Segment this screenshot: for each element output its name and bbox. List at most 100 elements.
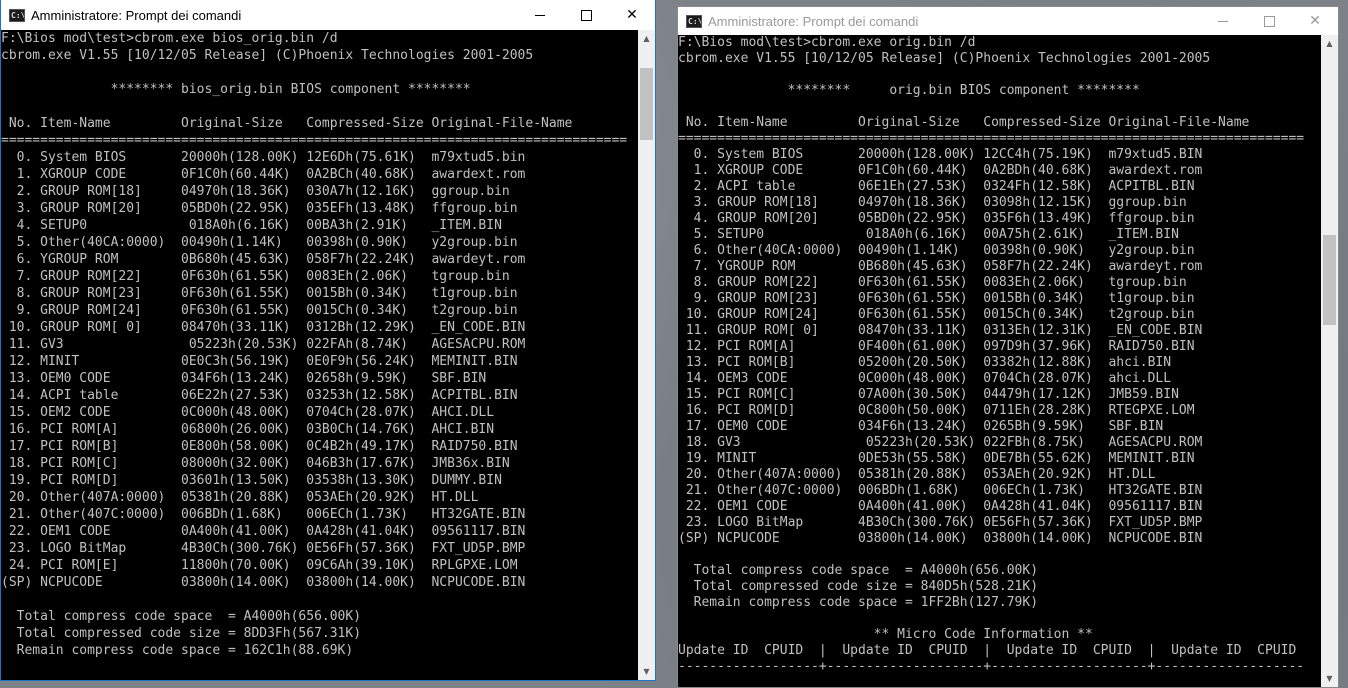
window-title: Amministratore: Prompt dei comandi xyxy=(708,13,919,29)
left-console-window[interactable]: C:\ Amministratore: Prompt dei comandi ✕… xyxy=(0,0,656,681)
console-line: 20. Other(407A:0000) 05381h(20.88K) 053A… xyxy=(1,490,479,505)
close-button[interactable]: ✕ xyxy=(609,0,655,30)
console-line: 11. GROUP ROM[ 0] 08470h(33.11K) 0313Eh(… xyxy=(678,323,1203,338)
console-line: cbrom.exe V1.55 [10/12/05 Release] (C)Ph… xyxy=(1,48,534,63)
console-output[interactable]: F:\Bios mod\test>cbrom.exe orig.bin /d cb… xyxy=(678,35,1321,687)
console-line: (SP) NCPUCODE 03800h(14.00K) 03800h(14.0… xyxy=(1,575,526,590)
console-line: 8. GROUP ROM[22] 0F630h(61.55K) 0083Eh(2… xyxy=(678,275,1187,290)
console-line: No. Item-Name Original-Size Compressed-S… xyxy=(678,115,1250,130)
console-line: ******** orig.bin BIOS component *******… xyxy=(678,83,1140,98)
console-line: 9. GROUP ROM[23] 0F630h(61.55K) 0015Bh(0… xyxy=(678,291,1195,306)
console-line: 8. GROUP ROM[23] 0F630h(61.55K) 0015Bh(0… xyxy=(1,286,518,301)
maximize-icon xyxy=(580,9,592,21)
maximize-button[interactable] xyxy=(563,0,609,30)
console-line: 21. Other(407C:0000) 006BDh(1.68K) 006EC… xyxy=(1,507,526,522)
console-line: 15. OEM2 CODE 0C000h(48.00K) 0704Ch(28.0… xyxy=(1,405,495,420)
console-line: 1. XGROUP CODE 0F1C0h(60.44K) 0A2BCh(40.… xyxy=(1,167,526,182)
console-line: 0. System BIOS 20000h(128.00K) 12E6Dh(75… xyxy=(1,150,526,165)
console-line: 21. Other(407C:0000) 006BDh(1.68K) 006EC… xyxy=(678,483,1203,498)
console-line: 12. MINIT 0E0C3h(56.19K) 0E0F9h(56.24K) … xyxy=(1,354,518,369)
console-line: 5. SETUP0 018A0h(6.16K) 00A75h(2.61K) _I… xyxy=(678,227,1179,242)
console-line: Update ID CPUID | Update ID CPUID | Upda… xyxy=(678,643,1297,658)
console-line: 14. ACPI table 06E22h(27.53K) 03253h(12.… xyxy=(1,388,518,403)
console-line: Remain compress code space = 1FF2Bh(127.… xyxy=(678,595,1039,610)
console-line: 7. YGROUP ROM 0B680h(45.63K) 058F7h(22.2… xyxy=(678,259,1203,274)
cmd-app-icon: C:\ xyxy=(9,8,25,22)
maximize-button[interactable] xyxy=(1246,7,1292,35)
console-line: 13. PCI ROM[B] 05200h(20.50K) 03382h(12.… xyxy=(678,355,1172,370)
console-line: 18. PCI ROM[C] 08000h(32.00K) 046B3h(17.… xyxy=(1,456,510,471)
console-line: 6. YGROUP ROM 0B680h(45.63K) 058F7h(22.2… xyxy=(1,252,526,267)
console-output[interactable]: F:\Bios mod\test>cbrom.exe bios_orig.bin… xyxy=(1,30,638,680)
scroll-up-arrow-icon[interactable]: ▲ xyxy=(1321,35,1338,52)
console-line: ========================================… xyxy=(678,131,1305,146)
console-line: Total compressed code size = 8DD3Fh(567.… xyxy=(1,626,362,641)
console-line: 9. GROUP ROM[24] 0F630h(61.55K) 0015Ch(0… xyxy=(1,303,518,318)
console-line: 4. SETUP0 018A0h(6.16K) 00BA3h(2.91K) _I… xyxy=(1,218,502,233)
maximize-icon xyxy=(1263,15,1275,27)
vertical-scrollbar[interactable]: ▲ ▼ xyxy=(638,30,655,680)
vertical-scrollbar[interactable]: ▲ ▼ xyxy=(1321,35,1338,687)
title-bar[interactable]: C:\ Amministratore: Prompt dei comandi ✕ xyxy=(678,7,1338,35)
console-line: 6. Other(40CA:0000) 00490h(1.14K) 00398h… xyxy=(678,243,1195,258)
console-line: 2. ACPI table 06E1Eh(27.53K) 0324Fh(12.5… xyxy=(678,179,1195,194)
console-line: 10. GROUP ROM[ 0] 08470h(33.11K) 0312Bh(… xyxy=(1,320,526,335)
title-bar[interactable]: C:\ Amministratore: Prompt dei comandi ✕ xyxy=(1,0,655,30)
right-console-window[interactable]: C:\ Amministratore: Prompt dei comandi ✕… xyxy=(677,6,1339,688)
console-line: Total compress code space = A4000h(656.0… xyxy=(678,563,1039,578)
console-line: 11. GV3 05223h(20.53K) 022FAh(8.74K) AGE… xyxy=(1,337,526,352)
console-line: 10. GROUP ROM[24] 0F630h(61.55K) 0015Ch(… xyxy=(678,307,1195,322)
console-line: 3. GROUP ROM[18] 04970h(18.36K) 03098h(1… xyxy=(678,195,1187,210)
cmd-app-icon: C:\ xyxy=(686,14,702,28)
console-line: ========================================… xyxy=(1,133,628,148)
console-line: 17. OEM0 CODE 034F6h(13.24K) 0265Bh(9.59… xyxy=(678,419,1164,434)
minimize-icon xyxy=(535,14,545,16)
console-line: 20. Other(407A:0000) 05381h(20.88K) 053A… xyxy=(678,467,1156,482)
console-line: 16. PCI ROM[D] 0C800h(50.00K) 0711Eh(28.… xyxy=(678,403,1195,418)
console-line: 2. GROUP ROM[18] 04970h(18.36K) 030A7h(1… xyxy=(1,184,510,199)
minimize-icon xyxy=(1218,20,1228,22)
scroll-up-arrow-icon[interactable]: ▲ xyxy=(638,30,655,47)
console-line: 12. PCI ROM[A] 0F400h(61.00K) 097D9h(37.… xyxy=(678,339,1195,354)
console-line: 7. GROUP ROM[22] 0F630h(61.55K) 0083Eh(2… xyxy=(1,269,510,284)
console-line: ** Micro Code Information ** xyxy=(678,627,1093,642)
console-line: ******** bios_orig.bin BIOS component **… xyxy=(1,82,471,97)
console-line: 3. GROUP ROM[20] 05BD0h(22.95K) 035EFh(1… xyxy=(1,201,518,216)
console-line: 5. Other(40CA:0000) 00490h(1.14K) 00398h… xyxy=(1,235,518,250)
console-line: 23. LOGO BitMap 4B30Ch(300.76K) 0E56Fh(5… xyxy=(1,541,526,556)
console-line: 15. PCI ROM[C] 07A00h(30.50K) 04479h(17.… xyxy=(678,387,1179,402)
console-line: Total compress code space = A4000h(656.0… xyxy=(1,609,362,624)
console-line: 22. OEM1 CODE 0A400h(41.00K) 0A428h(41.0… xyxy=(1,524,526,539)
console-line: Remain compress code space = 162C1h(88.6… xyxy=(1,643,354,658)
console-line: 17. PCI ROM[B] 0E800h(58.00K) 0C4B2h(49.… xyxy=(1,439,518,454)
scroll-down-arrow-icon[interactable]: ▼ xyxy=(1321,670,1338,687)
console-line: 1. XGROUP CODE 0F1C0h(60.44K) 0A2BDh(40.… xyxy=(678,163,1203,178)
console-line: ------------------+--------------------+… xyxy=(678,659,1305,674)
window-title: Amministratore: Prompt dei comandi xyxy=(31,7,242,23)
console-line: (SP) NCPUCODE 03800h(14.00K) 03800h(14.0… xyxy=(678,531,1203,546)
console-line: 14. OEM3 CODE 0C000h(48.00K) 0704Ch(28.0… xyxy=(678,371,1172,386)
minimize-button[interactable] xyxy=(1200,7,1246,35)
console-line: cbrom.exe V1.55 [10/12/05 Release] (C)Ph… xyxy=(678,51,1211,66)
console-line: 23. LOGO BitMap 4B30Ch(300.76K) 0E56Fh(5… xyxy=(678,515,1203,530)
console-line: 22. OEM1 CODE 0A400h(41.00K) 0A428h(41.0… xyxy=(678,499,1203,514)
scrollbar-thumb[interactable] xyxy=(640,68,653,140)
minimize-button[interactable] xyxy=(517,0,563,30)
console-line: 19. MINIT 0DE53h(55.58K) 0DE7Bh(55.62K) … xyxy=(678,451,1195,466)
console-line: Total compressed code size = 840D5h(528.… xyxy=(678,579,1039,594)
close-button[interactable]: ✕ xyxy=(1292,7,1338,35)
scrollbar-thumb[interactable] xyxy=(1323,235,1336,325)
console-line: 18. GV3 05223h(20.53K) 022FBh(8.75K) AGE… xyxy=(678,435,1203,450)
console-line: No. Item-Name Original-Size Compressed-S… xyxy=(1,116,573,131)
console-line: 19. PCI ROM[D] 03601h(13.50K) 03538h(13.… xyxy=(1,473,502,488)
scroll-down-arrow-icon[interactable]: ▼ xyxy=(638,663,655,680)
console-line: F:\Bios mod\test>cbrom.exe bios_orig.bin… xyxy=(1,31,338,46)
console-line: 13. OEM0 CODE 034F6h(13.24K) 02658h(9.59… xyxy=(1,371,487,386)
console-line: F:\Bios mod\test>cbrom.exe orig.bin /d xyxy=(678,35,976,50)
